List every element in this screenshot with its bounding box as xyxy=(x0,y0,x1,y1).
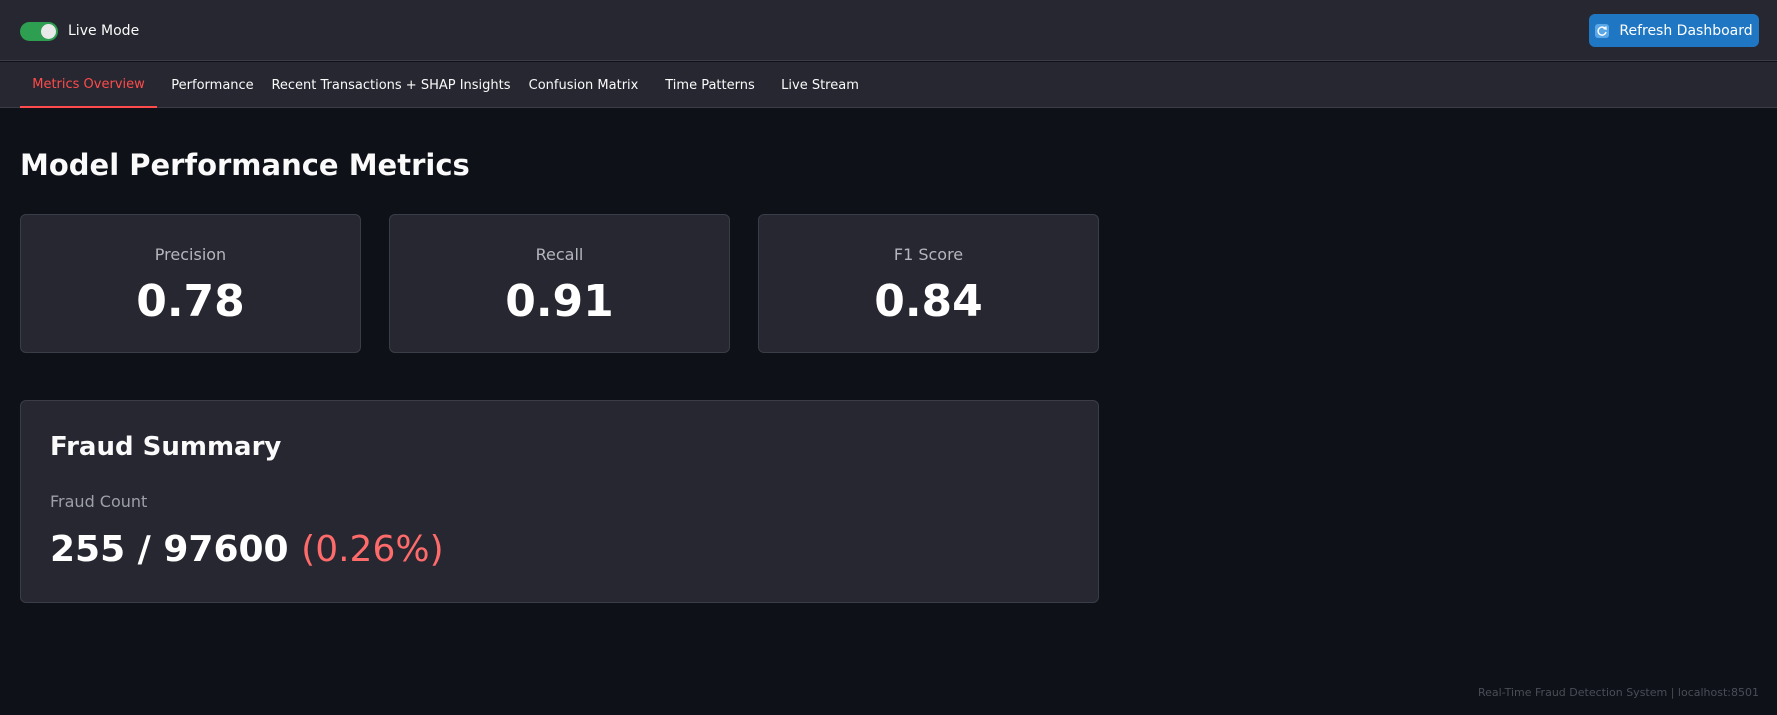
fraud-count-label: Fraud Count xyxy=(50,492,148,511)
tab-label: Metrics Overview xyxy=(32,76,145,92)
live-mode-label: Live Mode xyxy=(68,23,140,39)
metric-label: F1 Score xyxy=(893,245,964,264)
metric-value: 0.91 xyxy=(505,276,614,327)
tab-label: Time Patterns xyxy=(665,77,755,93)
top-bar: Live Mode Refresh Dashboard xyxy=(0,0,1777,61)
tab-performance[interactable]: Performance xyxy=(157,62,268,108)
tab-time-patterns[interactable]: Time Patterns xyxy=(653,62,767,108)
tab-label: Performance xyxy=(171,77,254,93)
metric-card-f1-score: F1 Score 0.84 xyxy=(758,214,1099,353)
metric-label: Precision xyxy=(154,245,227,264)
fraud-count-text: 255 / 97600 xyxy=(50,529,289,570)
refresh-label: Refresh Dashboard xyxy=(1619,22,1753,39)
metric-value: 0.78 xyxy=(136,276,245,327)
refresh-icon xyxy=(1595,23,1610,38)
fraud-summary-title: Fraud Summary xyxy=(50,432,282,462)
fraud-count-value: 255 / 97600 (0.26%) xyxy=(50,529,444,570)
toggle-switch[interactable] xyxy=(20,21,58,41)
metric-label: Recall xyxy=(535,245,584,264)
refresh-dashboard-button[interactable]: Refresh Dashboard xyxy=(1589,14,1759,47)
metric-card-precision: Precision 0.78 xyxy=(20,214,361,353)
fraud-percent: (0.26%) xyxy=(301,529,444,570)
tab-live-stream[interactable]: Live Stream xyxy=(767,62,873,108)
tab-bar: Metrics Overview Performance Recent Tran… xyxy=(0,62,1777,108)
tab-recent-transactions[interactable]: Recent Transactions + SHAP Insights xyxy=(268,62,514,108)
live-mode-toggle[interactable]: Live Mode xyxy=(20,21,139,41)
tab-label: Confusion Matrix xyxy=(528,77,639,93)
footer-text: Real-Time Fraud Detection System | local… xyxy=(1477,686,1759,699)
tab-confusion-matrix[interactable]: Confusion Matrix xyxy=(514,62,653,108)
page-title: Model Performance Metrics xyxy=(20,148,470,182)
metric-value: 0.84 xyxy=(874,276,983,327)
tab-label: Recent Transactions + SHAP Insights xyxy=(271,77,511,93)
fraud-summary-card: Fraud Summary Fraud Count 255 / 97600 (0… xyxy=(20,400,1099,603)
tab-metrics-overview[interactable]: Metrics Overview xyxy=(20,62,157,108)
tab-label: Live Stream xyxy=(781,77,859,93)
metric-card-recall: Recall 0.91 xyxy=(389,214,730,353)
toggle-knob xyxy=(41,23,56,39)
